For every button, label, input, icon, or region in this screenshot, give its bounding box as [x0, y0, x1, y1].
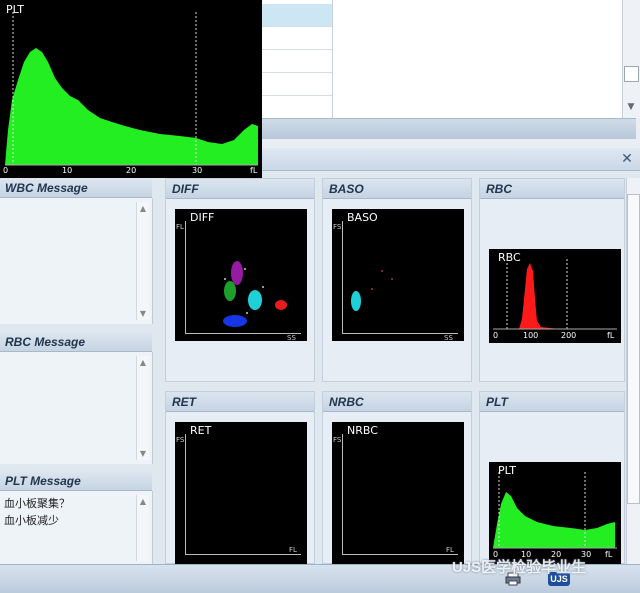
y-axis-label: FS — [176, 436, 185, 444]
x-axis-label: FL — [289, 546, 297, 554]
scroll-up-icon[interactable]: ▲ — [137, 497, 149, 506]
baso-scattergram: BASO FS SS — [332, 209, 464, 342]
rbc-panel-title: RBC — [480, 179, 624, 199]
results-table — [262, 0, 332, 118]
scroll-down-arrow-icon[interactable]: ▼ — [622, 100, 640, 114]
scroll-down-icon[interactable]: ▼ — [137, 449, 149, 458]
ret-panel: RET RET FS FL — [165, 391, 315, 565]
nrbc-panel: NRBC NRBC FS FL — [322, 391, 472, 565]
baso-panel-title: BASO — [323, 179, 471, 199]
plt-histogram-large-svg — [0, 0, 262, 178]
plt-message-line: 血小板聚集？ — [4, 497, 70, 510]
baso-clusters — [351, 270, 393, 311]
wbc-message-box: ▲ ▼ — [0, 198, 153, 324]
y-axis-label: FS — [333, 436, 342, 444]
x-axis — [342, 554, 458, 555]
ret-scattergram: RET FS FL — [175, 422, 307, 565]
tick-label: 10 — [62, 166, 73, 175]
tick-label: 0 — [3, 166, 9, 175]
main-scrollbar-thumb[interactable] — [627, 194, 640, 504]
tick-label: 0 — [493, 331, 499, 340]
plt-histogram-small: PLT 0 10 20 30 fL — [489, 462, 621, 565]
ret-panel-title: RET — [166, 392, 314, 412]
close-icon[interactable]: ✕ — [618, 150, 636, 168]
nrbc-plot-label: NRBC — [347, 424, 378, 437]
y-axis — [342, 434, 343, 554]
tick-label: 100 — [523, 331, 539, 340]
baso-panel: BASO BASO FS SS — [322, 178, 472, 382]
tick-label: 200 — [561, 331, 577, 340]
rbc-message-scrollbar[interactable]: ▲ ▼ — [136, 356, 149, 460]
rbc-panel: RBC RBC 0 100 200 fL — [479, 178, 625, 382]
wbc-message-header: WBC Message — [0, 178, 152, 198]
rbc-message-header: RBC Message — [0, 332, 152, 352]
tick-label: fL — [607, 331, 615, 340]
y-axis — [185, 434, 186, 554]
wbc-message-scrollbar[interactable]: ▲ ▼ — [136, 202, 149, 320]
rbc-histogram: RBC 0 100 200 fL — [489, 249, 621, 343]
scroll-down-icon[interactable]: ▼ — [137, 309, 149, 318]
scroll-up-icon[interactable]: ▲ — [137, 204, 149, 213]
tick-label: 20 — [126, 166, 137, 175]
top-horizontal-bar — [262, 118, 636, 139]
plt-message-header: PLT Message — [0, 471, 152, 491]
table-row[interactable] — [262, 73, 332, 96]
diff-panel-title: DIFF — [166, 179, 314, 199]
ret-plot-label: RET — [190, 424, 212, 437]
plt-panel: PLT PLT 0 10 20 30 fL — [479, 391, 625, 565]
diff-panel: DIFF DIFF FL SS — [165, 178, 315, 382]
nrbc-scattergram: NRBC FS FL — [332, 422, 464, 565]
rbc-curve — [493, 259, 617, 330]
top-scrollbar-thumb[interactable] — [624, 66, 639, 82]
tick-label: fL — [250, 166, 258, 175]
nrbc-panel-title: NRBC — [323, 392, 471, 412]
plt-message-line: 血小板减少 — [4, 514, 59, 527]
table-row[interactable] — [262, 50, 332, 73]
table-row[interactable] — [262, 27, 332, 50]
x-axis-label: FL — [446, 546, 454, 554]
x-axis — [185, 554, 301, 555]
diff-clusters — [223, 261, 287, 327]
watermark-text: UJS医学检验毕业生 — [452, 559, 587, 576]
plt-message-box: 血小板聚集？ 血小板减少 ▲ — [0, 491, 153, 564]
diff-scattergram: DIFF FL SS — [175, 209, 307, 342]
plt-message-scrollbar[interactable]: ▲ — [136, 495, 149, 561]
results-table-right — [332, 0, 623, 118]
scroll-up-icon[interactable]: ▲ — [137, 358, 149, 367]
tick-label: 30 — [192, 166, 203, 175]
rbc-message-box: ▲ ▼ — [0, 352, 153, 464]
window-title-bar — [262, 148, 640, 171]
plt-panel-title: PLT — [480, 392, 624, 412]
plt-large-label: PLT — [6, 3, 24, 16]
plt-histogram-large: PLT 0 10 20 30 fL — [0, 0, 262, 178]
table-row[interactable] — [262, 4, 332, 27]
tick-label: fL — [605, 550, 613, 559]
